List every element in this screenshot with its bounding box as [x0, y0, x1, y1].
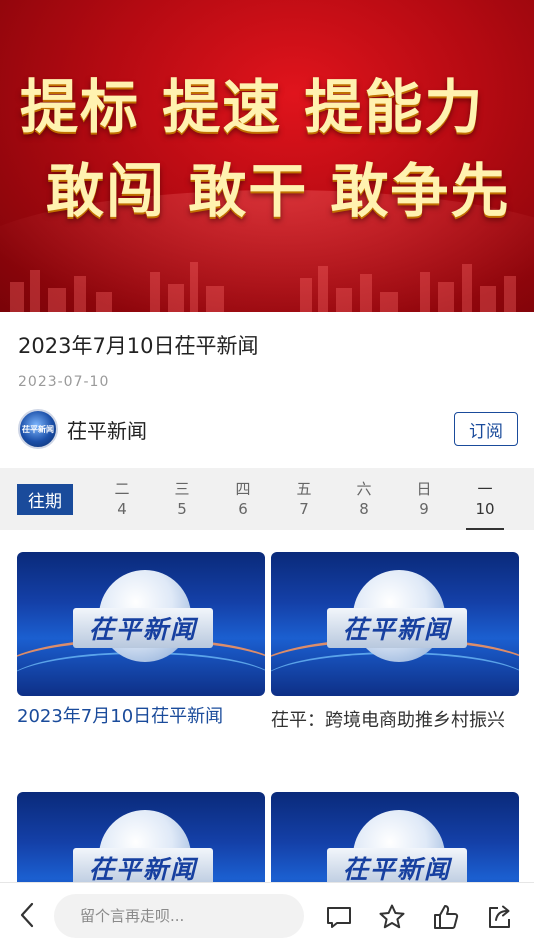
thumb-logo-text: 茌平新闻: [342, 855, 451, 884]
day-date: 8: [359, 500, 369, 518]
day-tab-9[interactable]: 日 9: [404, 480, 444, 520]
day-weekday: 六: [356, 480, 372, 498]
day-weekday: 二: [114, 480, 130, 498]
day-date: 10: [475, 500, 495, 518]
subscribe-button[interactable]: 订阅: [454, 412, 518, 446]
banner-skyline: [10, 262, 516, 312]
channel-avatar-text: 茌平新闻: [22, 424, 54, 434]
star-icon[interactable]: [378, 903, 406, 931]
article-title: 2023年7月10日茌平新闻: [18, 334, 259, 358]
like-icon[interactable]: [432, 903, 460, 931]
day-date: 9: [419, 500, 429, 518]
date-strip: [0, 468, 534, 530]
thumb-logo-text: 茌平新闻: [342, 615, 451, 644]
channel-avatar[interactable]: 茌平新闻: [18, 409, 58, 449]
banner-slogan-line-1: 提标 提速 提能力: [20, 73, 485, 141]
day-weekday: 一: [477, 480, 493, 498]
day-tab-4[interactable]: 二 4: [102, 480, 142, 520]
comment-input[interactable]: [54, 894, 304, 938]
news-thumbnail[interactable]: 茌平新闻: [271, 552, 519, 696]
thumb-logo-plate: 茌平新闻: [327, 608, 467, 648]
banner-slogan-line-2: 敢闯 敢干 敢争先: [46, 157, 511, 225]
day-tab-7[interactable]: 五 7: [284, 480, 324, 520]
day-tab-8[interactable]: 六 8: [344, 480, 384, 520]
day-date: 7: [299, 500, 309, 518]
comment-icon[interactable]: [325, 903, 353, 931]
news-card-title[interactable]: 茌平：跨境电商助推乡村振兴: [271, 704, 519, 738]
day-weekday: 三: [174, 480, 190, 498]
past-issues-button[interactable]: 往期: [17, 484, 73, 515]
day-tab-5[interactable]: 三 5: [162, 480, 202, 520]
back-icon[interactable]: [16, 901, 40, 929]
top-banner: 提标 提速 提能力 敢闯 敢干 敢争先: [0, 0, 534, 312]
day-tab-6[interactable]: 四 6: [223, 480, 263, 520]
channel-name[interactable]: 茌平新闻: [67, 415, 147, 444]
day-weekday: 五: [296, 480, 312, 498]
day-date: 4: [117, 500, 127, 518]
news-card-title[interactable]: 2023年7月10日茌平新闻: [17, 700, 265, 734]
share-icon[interactable]: [486, 903, 514, 931]
news-thumbnail[interactable]: 茌平新闻: [17, 552, 265, 696]
selected-day-indicator: [466, 528, 504, 530]
thumb-logo-plate: 茌平新闻: [73, 608, 213, 648]
day-date: 5: [177, 500, 187, 518]
thumb-logo-text: 茌平新闻: [88, 615, 197, 644]
channel-info[interactable]: 茌平新闻 茌平新闻: [18, 408, 147, 450]
day-date: 6: [238, 500, 248, 518]
day-weekday: 四: [235, 480, 251, 498]
article-date: 2023-07-10: [18, 374, 110, 390]
thumb-logo-text: 茌平新闻: [88, 855, 197, 884]
day-tab-10-selected[interactable]: 一 10: [465, 480, 505, 520]
day-weekday: 日: [416, 480, 432, 498]
